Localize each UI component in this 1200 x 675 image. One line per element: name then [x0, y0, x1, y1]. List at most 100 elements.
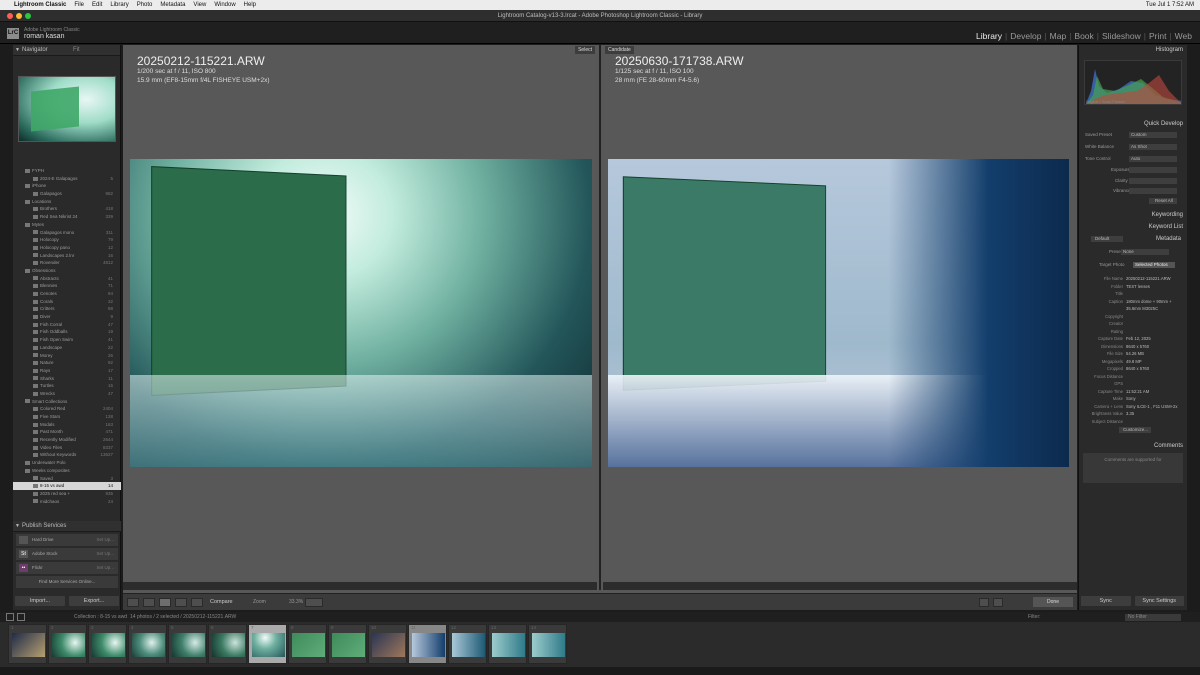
- metadata-field[interactable]: Capture Date Feb 12, 2025: [1081, 335, 1185, 343]
- collection-item[interactable]: Landscapes 2.lnr 16: [13, 252, 121, 260]
- metadata-field[interactable]: File Name 20250212-115221.ARW: [1081, 275, 1185, 283]
- collection-item[interactable]: Nature 92: [13, 359, 121, 367]
- filmstrip-thumbnail[interactable]: 4: [128, 624, 167, 664]
- metadata-field[interactable]: Copyright: [1081, 313, 1185, 321]
- collection-item[interactable]: Brothers 418: [13, 205, 121, 213]
- metadata-field[interactable]: Caption 180mm dome + 90mm +: [1081, 298, 1185, 306]
- tone-control-row[interactable]: Tone Control Auto: [1081, 155, 1185, 163]
- menu-metadata[interactable]: Metadata: [160, 2, 185, 8]
- filmstrip-thumbnail[interactable]: 5: [168, 624, 207, 664]
- filmstrip-thumbnail[interactable]: 6: [208, 624, 247, 664]
- select-photo[interactable]: [130, 159, 592, 467]
- collection-item[interactable]: Holocopy 79: [13, 236, 121, 244]
- menubar-clock[interactable]: Tue Jul 1 7:52 AM: [1146, 2, 1194, 8]
- collection-item[interactable]: Sharks 11: [13, 375, 121, 383]
- module-web[interactable]: Web: [1175, 31, 1192, 41]
- zoom-slider[interactable]: [305, 598, 323, 607]
- metadata-field[interactable]: Focus Distance: [1081, 373, 1185, 381]
- navigator-fit[interactable]: Fit: [73, 45, 80, 56]
- clarity-row[interactable]: Clarity: [1081, 177, 1185, 185]
- collection-item[interactable]: Cenotes 94: [13, 290, 121, 298]
- collection-item[interactable]: Critters 88: [13, 305, 121, 313]
- collection-item[interactable]: midchaos 24: [13, 498, 121, 506]
- customize-row[interactable]: Customize...: [1081, 426, 1185, 434]
- primary-display-icon[interactable]: [6, 613, 14, 621]
- menu-photo[interactable]: Photo: [137, 2, 153, 8]
- find-more-services-button[interactable]: Find More Services Online...: [16, 576, 118, 588]
- metadata-field[interactable]: Cropped 8640 x 5760: [1081, 365, 1185, 373]
- metadata-field[interactable]: Make Sony: [1081, 395, 1185, 403]
- filmstrip-thumbnail[interactable]: 13: [488, 624, 527, 664]
- menu-view[interactable]: View: [193, 2, 206, 8]
- collection-item[interactable]: Fish Open Swim 41: [13, 336, 121, 344]
- exposure-row[interactable]: Exposure: [1081, 166, 1185, 174]
- collection-item[interactable]: Wrecks 47: [13, 390, 121, 398]
- collection-item[interactable]: Underwater Polo: [13, 459, 121, 467]
- select-pane[interactable]: Select 20250212-115221.ARW 1/200 sec at …: [123, 45, 599, 585]
- secondary-display-icon[interactable]: [17, 613, 25, 621]
- module-book[interactable]: Book: [1074, 31, 1093, 41]
- filmstrip-thumbnail[interactable]: 14: [528, 624, 567, 664]
- close-window-icon[interactable]: [7, 13, 13, 19]
- histogram-header[interactable]: Histogram: [1156, 47, 1183, 53]
- filmstrip-thumbnail[interactable]: 9: [328, 624, 367, 664]
- navigator-header[interactable]: ▼ Navigator Fit: [13, 45, 120, 56]
- filmstrip-thumbnail[interactable]: 12: [448, 624, 487, 664]
- collection-item[interactable]: Rays 17: [13, 367, 121, 375]
- module-print[interactable]: Print: [1149, 31, 1166, 41]
- module-library[interactable]: Library: [976, 31, 1002, 41]
- collection-info[interactable]: Collection : 8-15 vs awd: [74, 612, 127, 622]
- metadata-field[interactable]: 35.6mm M3025C: [1081, 305, 1185, 313]
- module-develop[interactable]: Develop: [1010, 31, 1041, 41]
- sync-button[interactable]: Sync: [1081, 596, 1131, 606]
- collection-item[interactable]: Five Stars 138: [13, 413, 121, 421]
- navigator-preview[interactable]: [18, 76, 116, 142]
- collection-item[interactable]: Recently Modified 2644: [13, 436, 121, 444]
- collection-item[interactable]: Colored Red 2404: [13, 405, 121, 413]
- filmstrip-thumbnail[interactable]: 2: [48, 624, 87, 664]
- app-menu[interactable]: Lightroom Classic: [14, 2, 66, 8]
- minimize-window-icon[interactable]: [16, 13, 22, 19]
- make-select-icon[interactable]: [993, 598, 1003, 607]
- collection-item[interactable]: Corals 32: [13, 298, 121, 306]
- collection-item[interactable]: Rovender 4812: [13, 259, 121, 267]
- metadata-field[interactable]: GPS: [1081, 380, 1185, 388]
- done-button[interactable]: Done: [1033, 597, 1073, 607]
- zoom-window-icon[interactable]: [25, 13, 31, 19]
- collection-item[interactable]: Diver 9: [13, 313, 121, 321]
- filmstrip-thumbnail[interactable]: 3: [88, 624, 127, 664]
- collection-item[interactable]: Turtles 16: [13, 382, 121, 390]
- metadata-field[interactable]: Capture Time 11:52:21 AM: [1081, 388, 1185, 396]
- metadata-field[interactable]: Folder TEST lenses: [1081, 283, 1185, 291]
- metadata-field[interactable]: File Size 54.26 MB: [1081, 350, 1185, 358]
- white-balance-row[interactable]: White Balance As Shot: [1081, 143, 1185, 151]
- collection-item[interactable]: Landscape 22: [13, 344, 121, 352]
- filmstrip-thumbnail[interactable]: 1: [8, 624, 47, 664]
- publish-hard-drive[interactable]: Hard Drive Set Up...: [16, 534, 118, 546]
- metadata-field[interactable]: Creator: [1081, 320, 1185, 328]
- collection-item[interactable]: Red Sea Nikrist 24 339: [13, 213, 121, 221]
- collection-item[interactable]: Galapagos mono 311: [13, 229, 121, 237]
- metadata-field[interactable]: Title: [1081, 290, 1185, 298]
- collection-item[interactable]: Abstracts 41: [13, 275, 121, 283]
- collection-item[interactable]: Morey 26: [13, 352, 121, 360]
- collection-item[interactable]: Fish Oddballs 19: [13, 328, 121, 336]
- collection-item[interactable]: Locations: [13, 198, 121, 206]
- comments-header[interactable]: Comments: [1154, 443, 1183, 449]
- filter-dropdown[interactable]: No Filter: [1125, 613, 1181, 621]
- publish-services-header[interactable]: ▼ Publish Services: [13, 521, 121, 532]
- filmstrip-thumbnail[interactable]: 8: [288, 624, 327, 664]
- metadata-field[interactable]: Subject Distance: [1081, 418, 1185, 426]
- menu-help[interactable]: Help: [244, 2, 256, 8]
- collection-item[interactable]: Mytes: [13, 221, 121, 229]
- saved-preset-row[interactable]: Saved Preset Custom: [1081, 131, 1185, 139]
- histogram[interactable]: Original + Smart Preview: [1084, 60, 1182, 105]
- export-button[interactable]: Export...: [69, 596, 119, 606]
- collection-item[interactable]: Galapagos 982: [13, 190, 121, 198]
- collection-item[interactable]: Without Keywords 13627: [13, 451, 121, 459]
- grid-view-icon[interactable]: [127, 598, 139, 607]
- metadata-field[interactable]: Rating: [1081, 328, 1185, 336]
- keywording-header[interactable]: Keywording: [1152, 212, 1183, 218]
- collection-item[interactable]: Video Files 8337: [13, 444, 121, 452]
- reset-all-row[interactable]: Reset All: [1081, 197, 1185, 205]
